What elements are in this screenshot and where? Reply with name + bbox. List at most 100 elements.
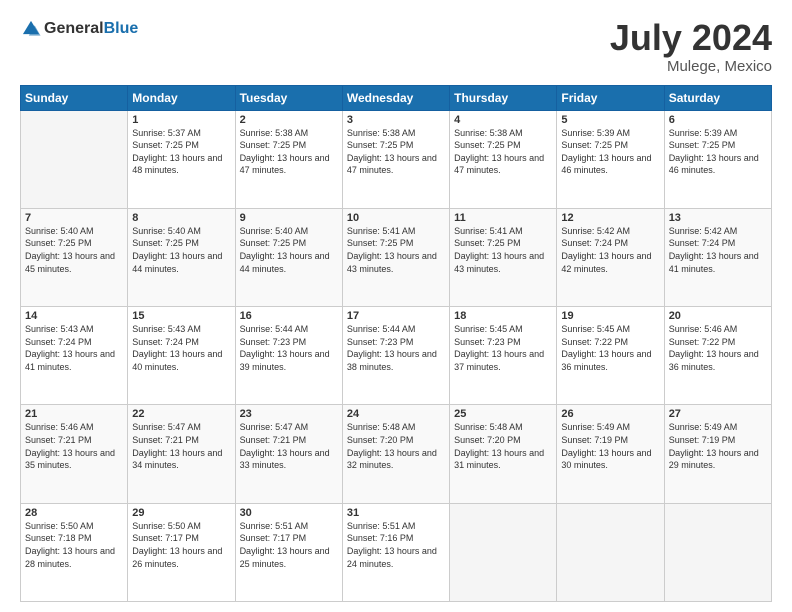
day-number: 3: [347, 114, 445, 126]
day-info: Sunrise: 5:47 AM Sunset: 7:21 PM Dayligh…: [240, 421, 338, 471]
day-number: 7: [25, 212, 123, 224]
day-number: 4: [454, 114, 552, 126]
day-info: Sunrise: 5:49 AM Sunset: 7:19 PM Dayligh…: [561, 421, 659, 471]
day-info: Sunrise: 5:38 AM Sunset: 7:25 PM Dayligh…: [240, 127, 338, 177]
table-row: 26Sunrise: 5:49 AM Sunset: 7:19 PM Dayli…: [557, 405, 664, 503]
day-number: 31: [347, 507, 445, 519]
col-saturday: Saturday: [664, 85, 771, 110]
location-title: Mulege, Mexico: [610, 58, 772, 75]
table-row: 4Sunrise: 5:38 AM Sunset: 7:25 PM Daylig…: [450, 110, 557, 208]
day-info: Sunrise: 5:47 AM Sunset: 7:21 PM Dayligh…: [132, 421, 230, 471]
logo-blue: Blue: [104, 20, 139, 37]
table-row: 11Sunrise: 5:41 AM Sunset: 7:25 PM Dayli…: [450, 208, 557, 306]
day-info: Sunrise: 5:44 AM Sunset: 7:23 PM Dayligh…: [240, 323, 338, 373]
table-row: [557, 503, 664, 601]
day-number: 8: [132, 212, 230, 224]
col-thursday: Thursday: [450, 85, 557, 110]
day-number: 10: [347, 212, 445, 224]
day-number: 16: [240, 310, 338, 322]
day-number: 29: [132, 507, 230, 519]
day-info: Sunrise: 5:50 AM Sunset: 7:18 PM Dayligh…: [25, 520, 123, 570]
logo: GeneralBlue: [20, 18, 138, 40]
calendar-week-row: 7Sunrise: 5:40 AM Sunset: 7:25 PM Daylig…: [21, 208, 772, 306]
day-info: Sunrise: 5:40 AM Sunset: 7:25 PM Dayligh…: [25, 225, 123, 275]
day-number: 23: [240, 408, 338, 420]
day-number: 18: [454, 310, 552, 322]
day-info: Sunrise: 5:45 AM Sunset: 7:22 PM Dayligh…: [561, 323, 659, 373]
day-number: 26: [561, 408, 659, 420]
day-info: Sunrise: 5:43 AM Sunset: 7:24 PM Dayligh…: [132, 323, 230, 373]
calendar-week-row: 21Sunrise: 5:46 AM Sunset: 7:21 PM Dayli…: [21, 405, 772, 503]
day-number: 19: [561, 310, 659, 322]
day-number: 6: [669, 114, 767, 126]
day-number: 17: [347, 310, 445, 322]
table-row: 27Sunrise: 5:49 AM Sunset: 7:19 PM Dayli…: [664, 405, 771, 503]
day-number: 11: [454, 212, 552, 224]
day-info: Sunrise: 5:41 AM Sunset: 7:25 PM Dayligh…: [347, 225, 445, 275]
day-number: 13: [669, 212, 767, 224]
day-info: Sunrise: 5:49 AM Sunset: 7:19 PM Dayligh…: [669, 421, 767, 471]
day-info: Sunrise: 5:46 AM Sunset: 7:22 PM Dayligh…: [669, 323, 767, 373]
table-row: 6Sunrise: 5:39 AM Sunset: 7:25 PM Daylig…: [664, 110, 771, 208]
day-number: 20: [669, 310, 767, 322]
col-monday: Monday: [128, 85, 235, 110]
day-number: 1: [132, 114, 230, 126]
header: GeneralBlue July 2024 Mulege, Mexico: [20, 18, 772, 75]
day-info: Sunrise: 5:50 AM Sunset: 7:17 PM Dayligh…: [132, 520, 230, 570]
day-info: Sunrise: 5:38 AM Sunset: 7:25 PM Dayligh…: [347, 127, 445, 177]
day-info: Sunrise: 5:48 AM Sunset: 7:20 PM Dayligh…: [454, 421, 552, 471]
table-row: 30Sunrise: 5:51 AM Sunset: 7:17 PM Dayli…: [235, 503, 342, 601]
table-row: 23Sunrise: 5:47 AM Sunset: 7:21 PM Dayli…: [235, 405, 342, 503]
col-friday: Friday: [557, 85, 664, 110]
col-wednesday: Wednesday: [342, 85, 449, 110]
table-row: 19Sunrise: 5:45 AM Sunset: 7:22 PM Dayli…: [557, 307, 664, 405]
table-row: 8Sunrise: 5:40 AM Sunset: 7:25 PM Daylig…: [128, 208, 235, 306]
calendar-week-row: 14Sunrise: 5:43 AM Sunset: 7:24 PM Dayli…: [21, 307, 772, 405]
logo-icon: [20, 18, 42, 40]
title-block: July 2024 Mulege, Mexico: [610, 18, 772, 75]
table-row: 25Sunrise: 5:48 AM Sunset: 7:20 PM Dayli…: [450, 405, 557, 503]
day-info: Sunrise: 5:39 AM Sunset: 7:25 PM Dayligh…: [669, 127, 767, 177]
day-number: 30: [240, 507, 338, 519]
table-row: 14Sunrise: 5:43 AM Sunset: 7:24 PM Dayli…: [21, 307, 128, 405]
table-row: 2Sunrise: 5:38 AM Sunset: 7:25 PM Daylig…: [235, 110, 342, 208]
day-number: 27: [669, 408, 767, 420]
day-info: Sunrise: 5:40 AM Sunset: 7:25 PM Dayligh…: [240, 225, 338, 275]
day-number: 12: [561, 212, 659, 224]
day-info: Sunrise: 5:39 AM Sunset: 7:25 PM Dayligh…: [561, 127, 659, 177]
table-row: 31Sunrise: 5:51 AM Sunset: 7:16 PM Dayli…: [342, 503, 449, 601]
day-info: Sunrise: 5:40 AM Sunset: 7:25 PM Dayligh…: [132, 225, 230, 275]
day-info: Sunrise: 5:44 AM Sunset: 7:23 PM Dayligh…: [347, 323, 445, 373]
day-info: Sunrise: 5:42 AM Sunset: 7:24 PM Dayligh…: [669, 225, 767, 275]
day-info: Sunrise: 5:46 AM Sunset: 7:21 PM Dayligh…: [25, 421, 123, 471]
day-info: Sunrise: 5:38 AM Sunset: 7:25 PM Dayligh…: [454, 127, 552, 177]
calendar-week-row: 1Sunrise: 5:37 AM Sunset: 7:25 PM Daylig…: [21, 110, 772, 208]
calendar-page: GeneralBlue July 2024 Mulege, Mexico Sun…: [0, 0, 792, 612]
table-row: 15Sunrise: 5:43 AM Sunset: 7:24 PM Dayli…: [128, 307, 235, 405]
table-row: 13Sunrise: 5:42 AM Sunset: 7:24 PM Dayli…: [664, 208, 771, 306]
table-row: 12Sunrise: 5:42 AM Sunset: 7:24 PM Dayli…: [557, 208, 664, 306]
table-row: 22Sunrise: 5:47 AM Sunset: 7:21 PM Dayli…: [128, 405, 235, 503]
table-row: 10Sunrise: 5:41 AM Sunset: 7:25 PM Dayli…: [342, 208, 449, 306]
table-row: 29Sunrise: 5:50 AM Sunset: 7:17 PM Dayli…: [128, 503, 235, 601]
day-info: Sunrise: 5:45 AM Sunset: 7:23 PM Dayligh…: [454, 323, 552, 373]
day-number: 22: [132, 408, 230, 420]
col-sunday: Sunday: [21, 85, 128, 110]
day-number: 25: [454, 408, 552, 420]
day-info: Sunrise: 5:43 AM Sunset: 7:24 PM Dayligh…: [25, 323, 123, 373]
logo-general: General: [44, 20, 104, 37]
day-info: Sunrise: 5:37 AM Sunset: 7:25 PM Dayligh…: [132, 127, 230, 177]
table-row: 1Sunrise: 5:37 AM Sunset: 7:25 PM Daylig…: [128, 110, 235, 208]
day-number: 21: [25, 408, 123, 420]
day-number: 14: [25, 310, 123, 322]
table-row: 3Sunrise: 5:38 AM Sunset: 7:25 PM Daylig…: [342, 110, 449, 208]
day-info: Sunrise: 5:48 AM Sunset: 7:20 PM Dayligh…: [347, 421, 445, 471]
table-row: 16Sunrise: 5:44 AM Sunset: 7:23 PM Dayli…: [235, 307, 342, 405]
day-info: Sunrise: 5:51 AM Sunset: 7:16 PM Dayligh…: [347, 520, 445, 570]
day-number: 5: [561, 114, 659, 126]
day-number: 2: [240, 114, 338, 126]
table-row: [450, 503, 557, 601]
table-row: 5Sunrise: 5:39 AM Sunset: 7:25 PM Daylig…: [557, 110, 664, 208]
table-row: 9Sunrise: 5:40 AM Sunset: 7:25 PM Daylig…: [235, 208, 342, 306]
table-row: 21Sunrise: 5:46 AM Sunset: 7:21 PM Dayli…: [21, 405, 128, 503]
